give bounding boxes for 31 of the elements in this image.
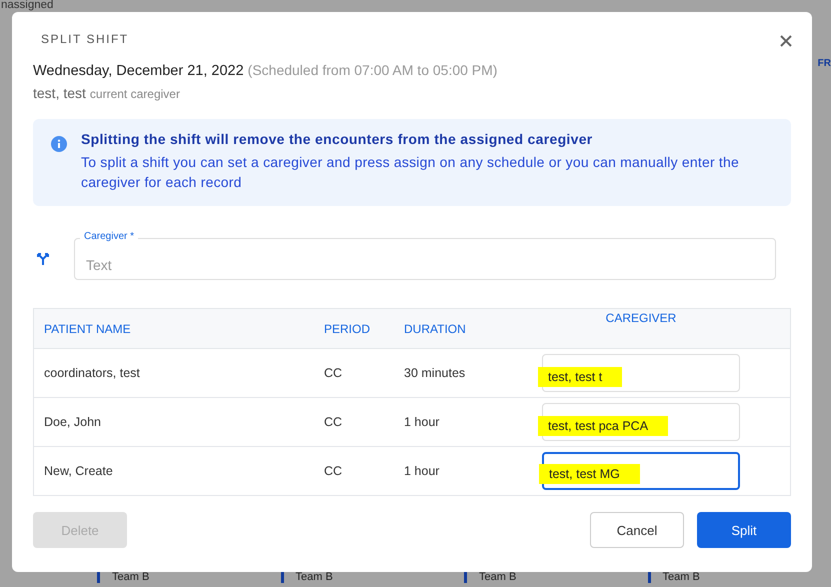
table-cell-text: coordinators, test — [43, 366, 141, 380]
split-button[interactable]: Split — [697, 512, 791, 548]
caregiver-input[interactable]: test, test MG — [542, 452, 740, 490]
alert-text: To split a shift you can set a caregiver and press assign on any schedule or you can manually enter the caregiver for each record — [81, 153, 740, 192]
table-cell-text: CC — [324, 415, 344, 429]
table-cell-text: Doe, John — [43, 415, 102, 429]
background-text: FR — [818, 58, 831, 69]
close-button[interactable] — [778, 33, 794, 49]
table-cell-text: 1 hour — [404, 415, 440, 429]
split-icon — [36, 252, 50, 266]
cancel-button[interactable]: Cancel — [590, 512, 684, 548]
column-header: PATIENT NAME — [43, 322, 132, 336]
caregiver-note: current caregiver — [90, 87, 180, 101]
dialog-title: SPLIT SHIFT — [41, 32, 129, 46]
table-cell-text: 30 minutes — [404, 366, 466, 380]
table-cell-text: CC — [324, 366, 344, 380]
column-header: CAREGIVER — [604, 310, 678, 325]
column-header: DURATION — [404, 322, 467, 336]
table-cell-text: New, Create — [43, 464, 114, 478]
table-cell-text: 1 hour — [404, 464, 440, 478]
table-cell-text: CC — [324, 464, 344, 478]
field-label: Caregiver * — [80, 231, 138, 243]
scheduled-time: (Scheduled from 07:00 AM to 05:00 PM) — [248, 62, 498, 78]
background-text: nassigned — [1, 0, 54, 11]
caregiver-name: test, test — [33, 85, 86, 101]
highlighted-text: test, test MG — [539, 464, 640, 484]
column-header: PERIOD — [324, 322, 372, 336]
shift-date: Wednesday, December 21, 2022 — [33, 63, 244, 79]
highlighted-text: test, test pca PCA — [538, 416, 668, 436]
alert-title: Splitting the shift will remove the encounters from the assigned caregiver — [81, 131, 594, 147]
highlighted-text: test, test t — [538, 367, 622, 387]
